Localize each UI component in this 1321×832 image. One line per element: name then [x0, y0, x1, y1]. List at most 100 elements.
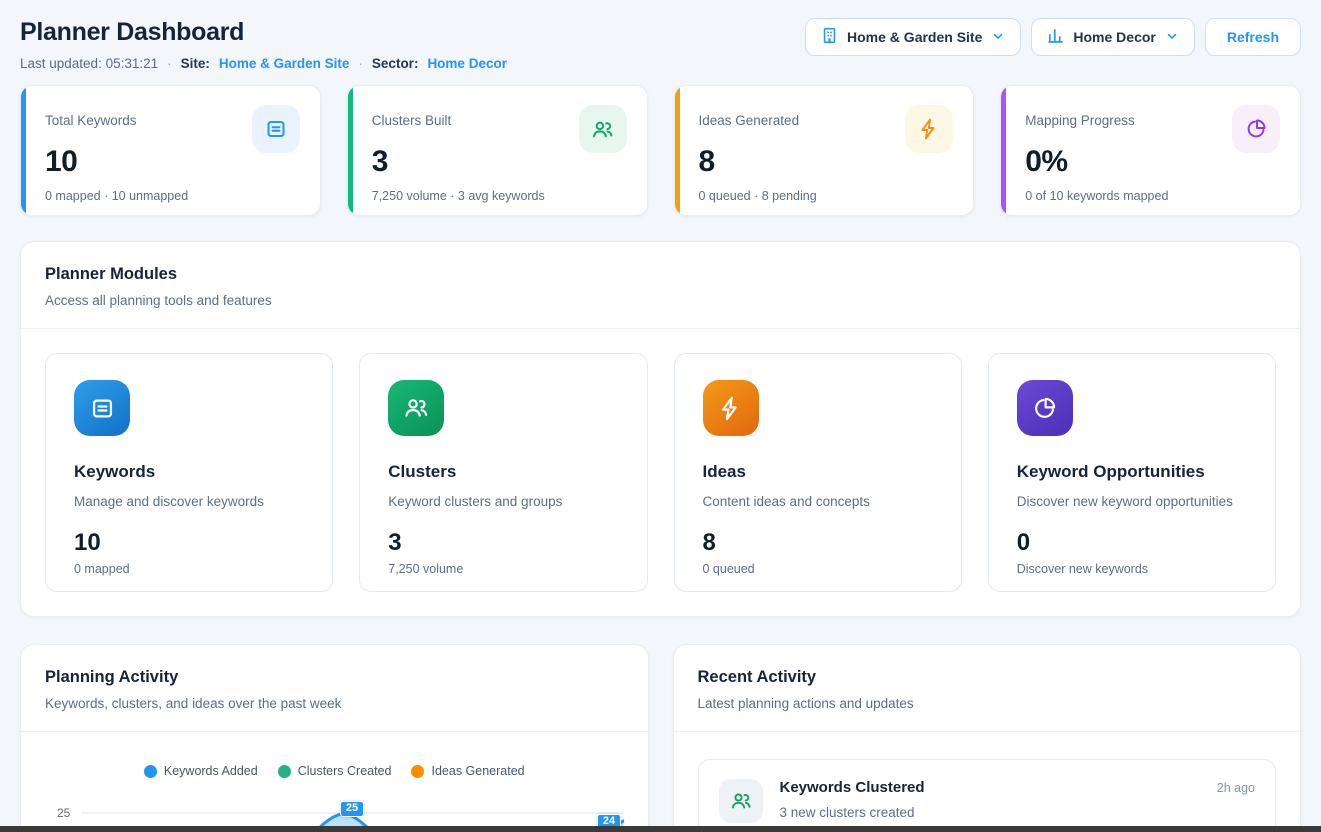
activity-timestamp: 2h ago — [1217, 781, 1255, 795]
page-title: Planner Dashboard — [20, 18, 507, 47]
module-caption: Discover new keywords — [1017, 562, 1249, 576]
legend-item-clusters-created[interactable]: Clusters Created — [278, 764, 392, 778]
building-icon — [821, 27, 838, 47]
module-card-ideas[interactable]: Ideas Content ideas and concepts 8 0 que… — [674, 353, 962, 592]
legend-item-keywords-added[interactable]: Keywords Added — [144, 764, 258, 778]
module-description: Manage and discover keywords — [74, 494, 306, 509]
section-subtitle: Keywords, clusters, and ideas over the p… — [45, 696, 624, 711]
module-description: Content ideas and concepts — [703, 494, 935, 509]
module-value: 10 — [74, 529, 306, 557]
site-selector-value: Home & Garden Site — [847, 29, 982, 45]
chart-legend: Keywords Added Clusters Created Ideas Ge… — [45, 764, 624, 778]
activity-content: Keywords Clustered 2h ago 3 new clusters… — [780, 779, 1256, 820]
legend-dot-icon — [278, 765, 291, 778]
module-title: Ideas — [703, 462, 935, 482]
section-title: Recent Activity — [698, 668, 1277, 687]
stat-label: Total Keywords — [45, 105, 137, 128]
header-left: Planner Dashboard Last updated: 05:31:21… — [20, 18, 507, 71]
sector-selector-dropdown[interactable]: Home Decor — [1031, 18, 1194, 56]
stats-row: Total Keywords 10 0 mapped · 10 unmapped… — [20, 85, 1301, 216]
module-caption: 0 mapped — [74, 562, 306, 576]
stat-card-clusters-built: Clusters Built 3 7,250 volume · 3 avg ke… — [347, 85, 648, 216]
legend-label: Ideas Generated — [431, 764, 524, 778]
bottom-edge-bar — [0, 826, 1321, 832]
site-label: Site: — [181, 56, 210, 71]
planning-activity-card: Planning Activity Keywords, clusters, an… — [20, 644, 649, 832]
users-icon — [579, 105, 627, 153]
section-subtitle: Access all planning tools and features — [45, 293, 1276, 308]
stat-label: Mapping Progress — [1025, 105, 1135, 128]
bottom-row: Planning Activity Keywords, clusters, an… — [20, 644, 1301, 832]
modules-grid: Keywords Manage and discover keywords 10… — [21, 329, 1300, 616]
planner-modules-panel: Planner Modules Access all planning tool… — [20, 241, 1301, 617]
planner-modules-header: Planner Modules Access all planning tool… — [21, 242, 1300, 329]
activity-title: Keywords Clustered — [780, 779, 925, 796]
accent-bar — [1001, 86, 1006, 215]
module-title: Keywords — [74, 462, 306, 482]
stat-detail: 0 queued · 8 pending — [699, 189, 954, 203]
stat-detail: 0 of 10 keywords mapped — [1025, 189, 1280, 203]
activity-list-item: Keywords Clustered 2h ago 3 new clusters… — [698, 759, 1277, 832]
last-updated-text: Last updated: 05:31:21 — [20, 56, 158, 71]
stat-label: Ideas Generated — [699, 105, 800, 128]
sector-label: Sector: — [372, 56, 419, 71]
legend-dot-icon — [411, 765, 424, 778]
stat-label: Clusters Built — [372, 105, 452, 128]
module-value: 8 — [703, 529, 935, 557]
stat-card-mapping-progress: Mapping Progress 0% 0 of 10 keywords map… — [1000, 85, 1301, 216]
separator-dot: · — [358, 56, 363, 71]
sector-link[interactable]: Home Decor — [427, 56, 507, 71]
module-description: Keyword clusters and groups — [388, 494, 620, 509]
recent-activity-header: Recent Activity Latest planning actions … — [674, 645, 1301, 732]
chevron-down-icon — [1165, 29, 1179, 46]
site-link[interactable]: Home & Garden Site — [219, 56, 350, 71]
data-point-label: 25 — [340, 801, 364, 817]
legend-dot-icon — [144, 765, 157, 778]
module-caption: 7,250 volume — [388, 562, 620, 576]
document-icon — [74, 380, 130, 436]
module-title: Clusters — [388, 462, 620, 482]
section-subtitle: Latest planning actions and updates — [698, 696, 1277, 711]
stat-detail: 0 mapped · 10 unmapped — [45, 189, 300, 203]
section-title: Planning Activity — [45, 668, 624, 687]
planning-activity-header: Planning Activity Keywords, clusters, an… — [21, 645, 648, 732]
legend-label: Clusters Created — [298, 764, 392, 778]
legend-item-ideas-generated[interactable]: Ideas Generated — [411, 764, 524, 778]
module-value: 3 — [388, 529, 620, 557]
activity-description: 3 new clusters created — [780, 805, 1256, 820]
bar-chart-icon — [1047, 27, 1064, 47]
recent-activity-card: Recent Activity Latest planning actions … — [673, 644, 1302, 832]
stat-card-total-keywords: Total Keywords 10 0 mapped · 10 unmapped — [20, 85, 321, 216]
page-header: Planner Dashboard Last updated: 05:31:21… — [20, 18, 1301, 71]
module-title: Keyword Opportunities — [1017, 462, 1249, 482]
refresh-button[interactable]: Refresh — [1205, 18, 1301, 56]
pie-chart-icon — [1232, 105, 1280, 153]
module-caption: 0 queued — [703, 562, 935, 576]
separator-dot: · — [167, 56, 172, 71]
module-value: 0 — [1017, 529, 1249, 557]
module-card-keyword-opportunities[interactable]: Keyword Opportunities Discover new keywo… — [988, 353, 1276, 592]
module-description: Discover new keyword opportunities — [1017, 494, 1249, 509]
document-icon — [252, 105, 300, 153]
users-icon — [719, 779, 763, 823]
chevron-down-icon — [991, 29, 1005, 46]
accent-bar — [348, 86, 353, 215]
module-card-keywords[interactable]: Keywords Manage and discover keywords 10… — [45, 353, 333, 592]
module-card-clusters[interactable]: Clusters Keyword clusters and groups 3 7… — [359, 353, 647, 592]
site-selector-dropdown[interactable]: Home & Garden Site — [805, 18, 1021, 56]
bolt-icon — [703, 380, 759, 436]
activity-chart: Keywords Added Clusters Created Ideas Ge… — [21, 732, 648, 832]
accent-bar — [675, 86, 680, 215]
pie-chart-icon — [1017, 380, 1073, 436]
section-title: Planner Modules — [45, 265, 1276, 284]
stat-detail: 7,250 volume · 3 avg keywords — [372, 189, 627, 203]
header-controls: Home & Garden Site Home Decor Refresh — [805, 18, 1301, 56]
bolt-icon — [905, 105, 953, 153]
legend-label: Keywords Added — [164, 764, 258, 778]
y-axis-tick: 25 — [45, 797, 79, 819]
planner-dashboard-page: Planner Dashboard Last updated: 05:31:21… — [0, 0, 1321, 832]
sector-selector-value: Home Decor — [1073, 29, 1155, 45]
users-icon — [388, 380, 444, 436]
accent-bar — [21, 86, 26, 215]
stat-card-ideas-generated: Ideas Generated 8 0 queued · 8 pending — [674, 85, 975, 216]
